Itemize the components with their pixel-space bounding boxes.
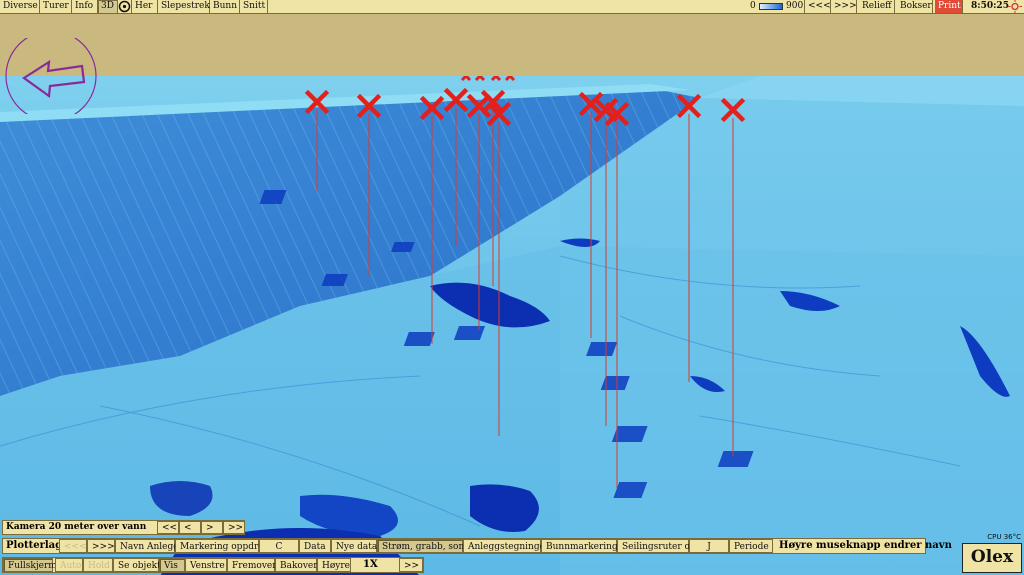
relief-button[interactable]: Relieff (859, 0, 895, 13)
seabed-3d-view[interactable] (0, 76, 1024, 575)
top-toolbar: Diverse Turer Info 3D Her Slepestrek Bun… (0, 0, 1024, 14)
camera-fast-back-button[interactable]: << (157, 521, 179, 534)
backward-nav-button[interactable]: Bakover (275, 558, 318, 572)
horizon-sky (0, 14, 1024, 76)
sun-icon[interactable] (1008, 0, 1024, 13)
menu-snitt[interactable]: Snitt (240, 0, 268, 13)
left-button[interactable]: Venstre (185, 558, 227, 572)
menu-her[interactable]: Her (132, 0, 158, 13)
forward-nav-button[interactable]: Fremover (227, 558, 277, 572)
navigation-panel: Fullskjerm Auto Hold Se objekt Vis Venst… (2, 557, 424, 573)
menu-turer[interactable]: Turer (40, 0, 72, 13)
print-button[interactable]: Print (935, 0, 963, 13)
camera-fast-forward-button[interactable]: >> (223, 521, 245, 534)
speed-up-button[interactable]: >> (399, 558, 423, 572)
plotter-label: Plotterlag (6, 540, 63, 551)
camera-panel: Kamera 20 meter over vann << < > >> (2, 520, 245, 535)
layer-seilingsruter[interactable]: Seilingsruter o.l. (617, 539, 698, 553)
layer-j[interactable]: J (689, 539, 729, 553)
plotter-next-button[interactable]: >>> (87, 539, 115, 553)
cpu-temp: CPU 36°C (987, 533, 1021, 541)
menu-slepestrek[interactable]: Slepestrek (158, 0, 210, 13)
layer-bunnmarkeringer[interactable]: Bunnmarkeringer (541, 539, 627, 553)
camera-forward-button[interactable]: > (201, 521, 223, 534)
layer-strom-grabb-sonde[interactable]: Strøm, grabb, sonde (377, 539, 475, 553)
depth-max: 900 (783, 0, 805, 13)
see-object-button[interactable]: Se objekt (113, 558, 161, 572)
depth-min: 0 (750, 1, 756, 11)
menu-info[interactable]: Info (72, 0, 98, 13)
target-icon[interactable] (118, 0, 132, 13)
menu-3d[interactable]: 3D (98, 0, 118, 13)
layer-navn-anlegg[interactable]: Navn Anlegg (115, 539, 179, 553)
menu-diverse[interactable]: Diverse (0, 0, 40, 13)
rename-hint: Høyre museknapp endrer navn (779, 540, 952, 551)
show-button[interactable]: Vis (159, 558, 185, 572)
layer-anleggstegninger[interactable]: Anleggstegninger (463, 539, 549, 553)
compass-arrow-icon[interactable] (4, 38, 98, 114)
camera-back-button[interactable]: < (179, 521, 201, 534)
forward-button[interactable]: >>> (831, 0, 857, 13)
fullscreen-button[interactable]: Fullskjerm (3, 558, 57, 572)
layer-periode[interactable]: Periode (729, 539, 773, 553)
boxes-button[interactable]: Bokser (897, 0, 933, 13)
plotter-prev-button[interactable]: <<< (59, 539, 87, 553)
auto-button[interactable]: Auto (55, 558, 83, 572)
layer-c[interactable]: C (259, 539, 299, 553)
menu-bunn[interactable]: Bunn (210, 0, 240, 13)
plotter-layer-panel: Plotterlag <<< >>> Navn Anlegg Markering… (2, 538, 952, 554)
olex-logo: Olex (962, 543, 1022, 573)
layer-data[interactable]: Data (299, 539, 331, 553)
back-button[interactable]: <<< (805, 0, 831, 13)
clock: 8:50:25 (971, 1, 1009, 11)
layer-markering-oppdrett[interactable]: Markering oppdrett (175, 539, 271, 553)
camera-label: Kamera 20 meter over vann (6, 522, 147, 532)
right-button[interactable]: Høyre (317, 558, 351, 572)
hold-button[interactable]: Hold (83, 558, 113, 572)
depth-scale-gradient[interactable] (759, 0, 783, 13)
speed-value: 1X (363, 559, 378, 570)
layer-nye-data[interactable]: Nye data (331, 539, 377, 553)
